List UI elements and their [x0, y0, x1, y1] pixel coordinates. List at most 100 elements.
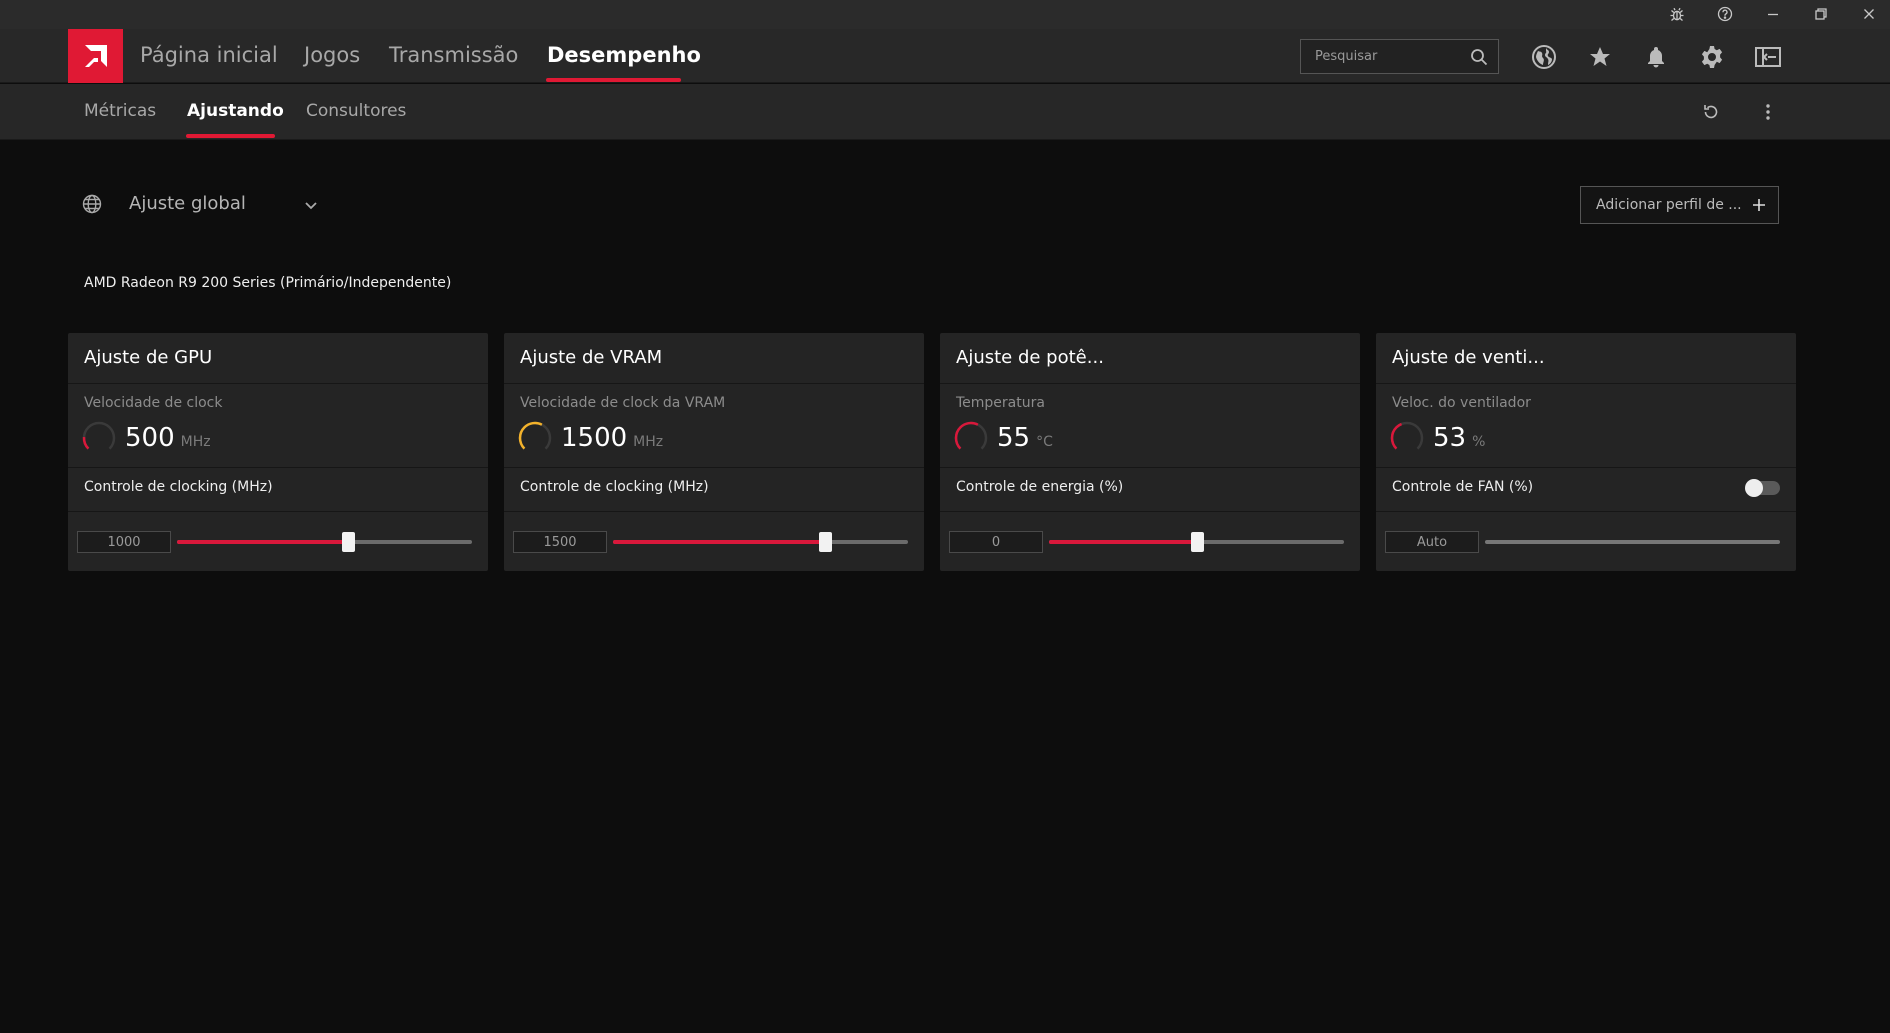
divider [1376, 383, 1796, 384]
metric-unit: °C [1036, 434, 1053, 450]
gpu-tuning-card: Ajuste de GPU Velocidade de clock 500 MHz… [68, 333, 488, 571]
slider-fill [1049, 540, 1197, 544]
search-input[interactable] [1315, 49, 1465, 64]
bell-icon [1648, 47, 1664, 68]
metric-label: Velocidade de clock [84, 395, 223, 411]
metric-value: 1500 MHz [561, 423, 664, 453]
fan-slider[interactable] [1485, 540, 1780, 544]
divider [504, 467, 924, 468]
power-tuning-card: Ajuste de potê... Temperatura 55 °C Contr… [940, 333, 1360, 571]
close-button[interactable] [1854, 3, 1884, 25]
more-vertical-icon [1766, 104, 1770, 120]
add-profile-label: Adicionar perfil de ... [1596, 197, 1742, 213]
divider [1376, 467, 1796, 468]
metric-value: 55 °C [997, 423, 1053, 453]
vram-tuning-card: Ajuste de VRAM Velocidade de clock da VR… [504, 333, 924, 571]
amd-logo[interactable] [68, 29, 123, 83]
divider [68, 511, 488, 512]
control-label: Controle de clocking (MHz) [84, 479, 273, 495]
reset-icon [1704, 105, 1718, 119]
more-options-button[interactable] [1757, 101, 1779, 123]
slider-thumb[interactable] [342, 532, 356, 552]
globe-icon [1532, 45, 1556, 69]
help-button[interactable] [1710, 3, 1740, 25]
card-title: Ajuste de VRAM [520, 347, 663, 368]
notifications-button[interactable] [1643, 44, 1669, 70]
metric-label: Veloc. do ventilador [1392, 395, 1531, 411]
sidebar-layout-icon [1755, 47, 1781, 67]
gpu-name: AMD Radeon R9 200 Series (Primário/Indep… [84, 275, 452, 291]
settings-button[interactable] [1699, 44, 1725, 70]
divider [1376, 511, 1796, 512]
card-title: Ajuste de venti... [1392, 347, 1545, 368]
metric-unit: % [1472, 434, 1486, 450]
metric-label: Velocidade de clock da VRAM [520, 395, 726, 411]
metric-value: 500 MHz [125, 423, 211, 453]
divider [68, 383, 488, 384]
amd-logo-icon [84, 45, 107, 67]
main-nav: Página inicial Jogos Transmissão Desempe… [0, 29, 1890, 83]
slider-fill [613, 540, 826, 544]
divider [940, 467, 1360, 468]
subtab-tuning[interactable]: Ajustando [187, 101, 284, 121]
subtab-metrics[interactable]: Métricas [84, 101, 156, 121]
metric-unit: MHz [180, 434, 211, 450]
nav-tab-games[interactable]: Jogos [304, 43, 360, 67]
metric-label: Temperatura [956, 395, 1045, 411]
toggle-knob [1745, 479, 1763, 497]
profile-select[interactable]: Ajuste global [129, 193, 246, 214]
plus-icon [1750, 196, 1768, 218]
layout-toggle-button[interactable] [1755, 44, 1781, 70]
favorites-button[interactable] [1587, 44, 1613, 70]
search-box[interactable] [1300, 39, 1499, 74]
global-profile-icon [82, 194, 102, 214]
divider [68, 467, 488, 468]
vram-clock-slider[interactable] [613, 532, 908, 552]
nav-tab-streaming[interactable]: Transmissão [389, 43, 518, 67]
control-label: Controle de clocking (MHz) [520, 479, 709, 495]
nav-tab-performance[interactable]: Desempenho [547, 43, 701, 67]
subtab-advisors[interactable]: Consultores [306, 101, 406, 121]
bug-report-button[interactable] [1662, 3, 1692, 25]
title-bar [0, 0, 1890, 29]
slider-thumb[interactable] [1190, 532, 1204, 552]
gauge [1390, 421, 1424, 455]
metric-value: 53% [1433, 423, 1486, 453]
gauge [82, 421, 116, 455]
minimize-button[interactable] [1758, 3, 1788, 25]
nav-tab-home[interactable]: Página inicial [140, 43, 278, 67]
gear-icon [1701, 46, 1723, 68]
slider-thumb[interactable] [819, 532, 833, 552]
globe-button[interactable] [1531, 44, 1557, 70]
fan-tuning-card: Ajuste de venti... Veloc. do ventilador … [1376, 333, 1796, 571]
clock-value-input[interactable] [77, 531, 171, 553]
chevron-down-icon[interactable] [303, 197, 319, 213]
vram-clock-value-input[interactable] [513, 531, 607, 553]
gauge [954, 421, 988, 455]
divider [504, 511, 924, 512]
card-title: Ajuste de potê... [956, 347, 1104, 368]
divider [504, 383, 924, 384]
divider [940, 511, 1360, 512]
close-icon [1864, 9, 1874, 19]
bug-icon [1670, 7, 1684, 21]
power-slider[interactable] [1049, 532, 1344, 552]
restore-icon [1815, 8, 1827, 20]
subnav-active-indicator [186, 134, 275, 138]
power-value-input[interactable] [949, 531, 1043, 553]
add-profile-button[interactable]: Adicionar perfil de ... [1580, 186, 1779, 224]
star-icon [1590, 47, 1610, 66]
card-title: Ajuste de GPU [84, 347, 213, 368]
help-icon [1717, 6, 1733, 22]
control-label: Controle de energia (%) [956, 479, 1124, 495]
search-icon[interactable] [1470, 48, 1488, 70]
reset-button[interactable] [1700, 101, 1722, 123]
fan-value-input[interactable] [1385, 531, 1479, 553]
gauge [518, 421, 552, 455]
metric-unit: MHz [633, 434, 664, 450]
slider-fill [177, 540, 349, 544]
fan-control-toggle[interactable] [1745, 479, 1780, 497]
sub-nav: Métricas Ajustando Consultores [0, 84, 1890, 140]
clock-slider[interactable] [177, 532, 472, 552]
restore-button[interactable] [1806, 3, 1836, 25]
